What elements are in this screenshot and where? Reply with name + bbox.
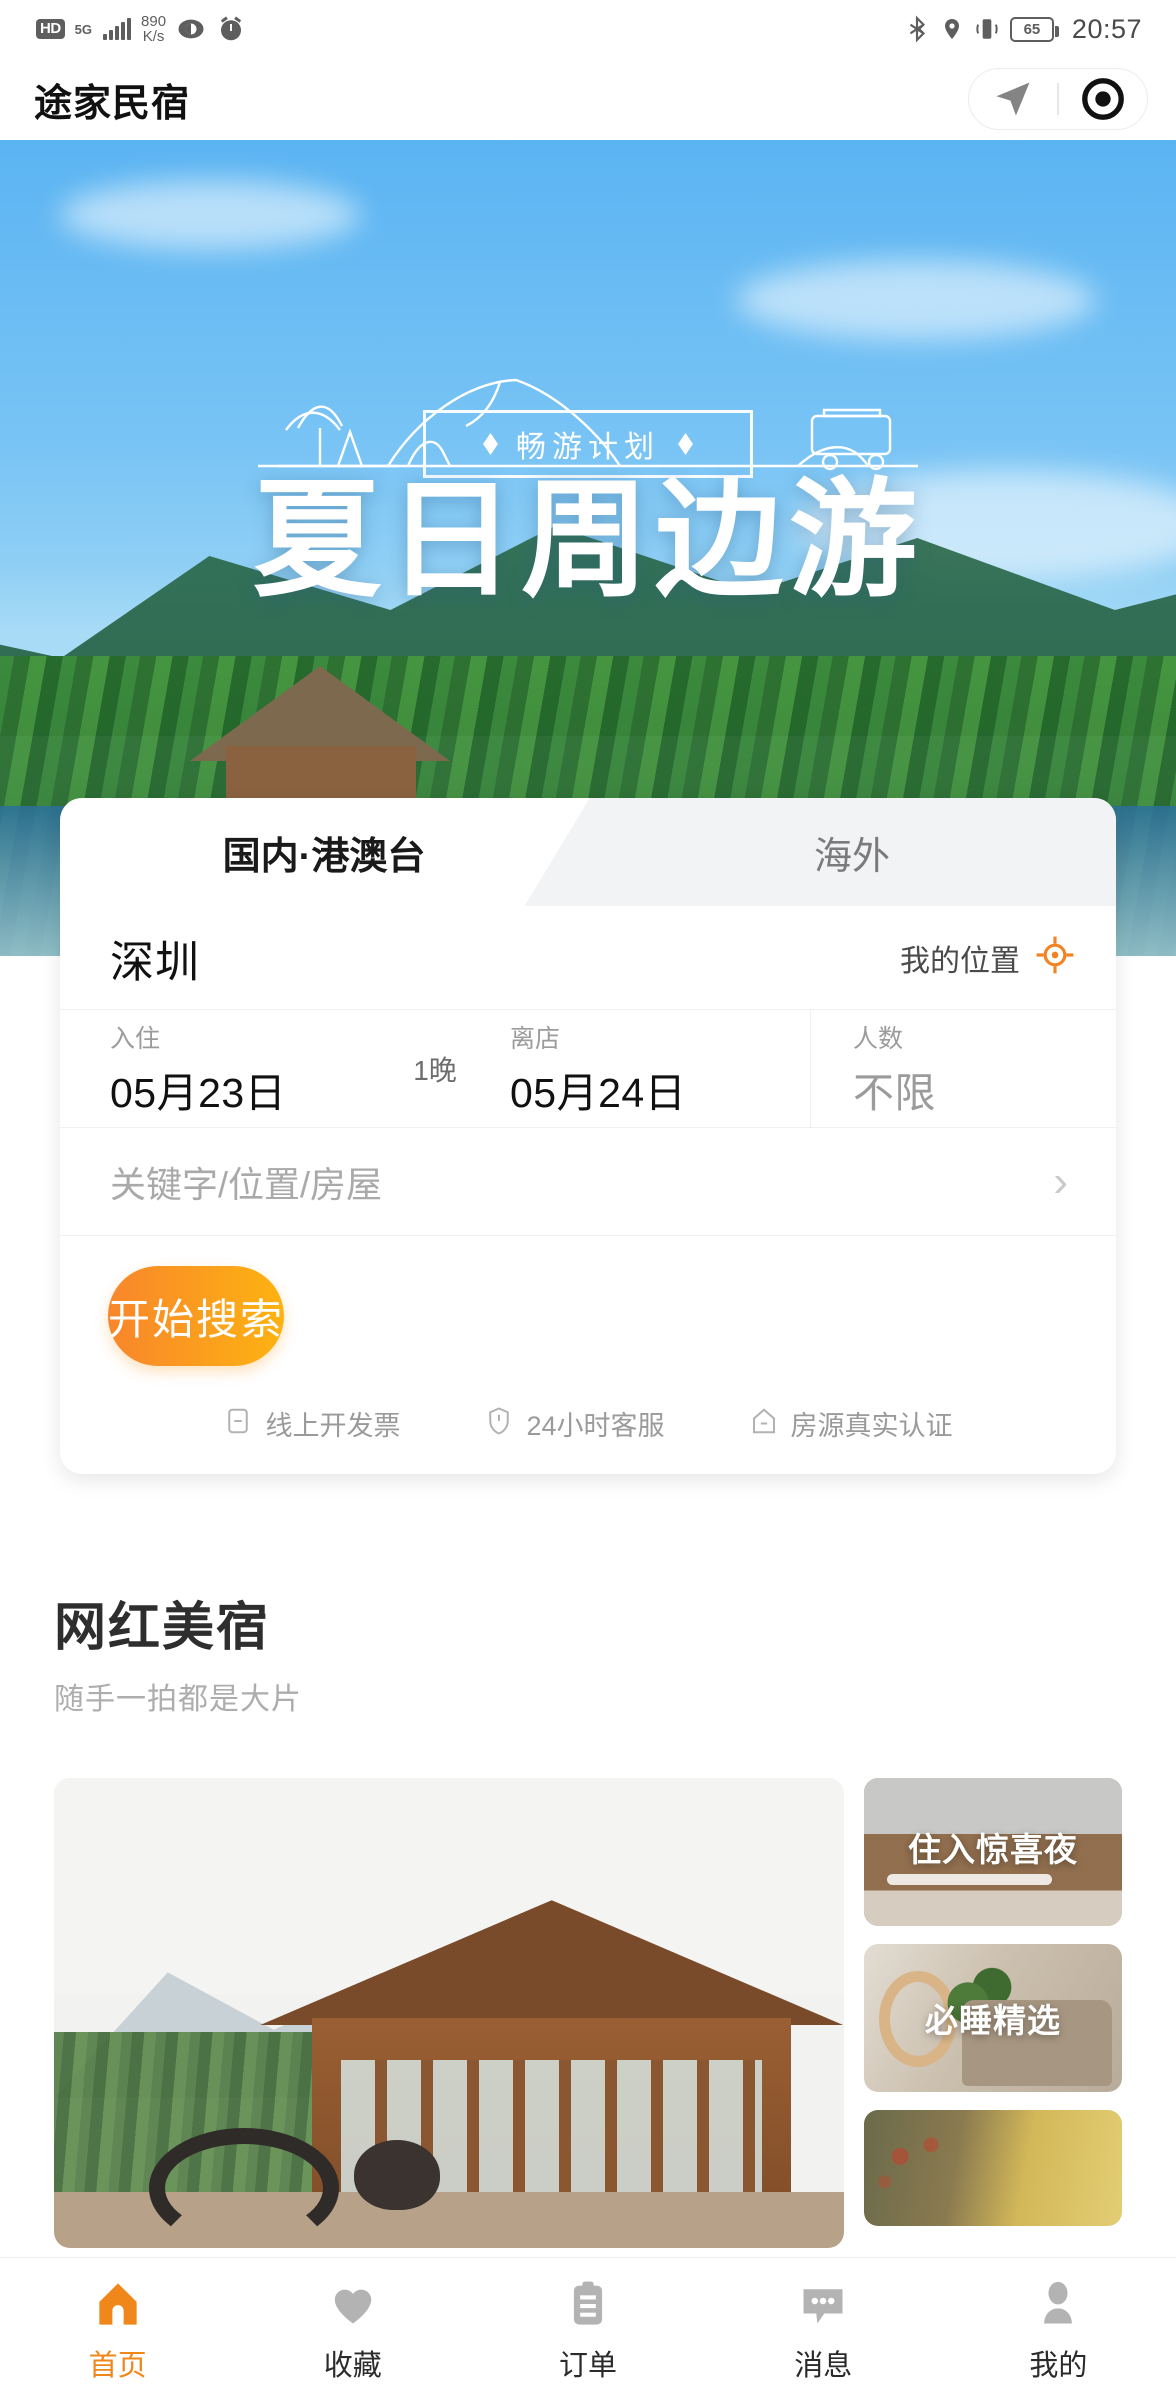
locate-crosshair-icon[interactable]: [1034, 934, 1076, 981]
tab-profile[interactable]: 我的: [941, 2276, 1176, 2384]
message-icon[interactable]: [795, 2276, 851, 2332]
city-value[interactable]: 深圳: [110, 926, 200, 990]
my-location-label: 我的位置: [900, 944, 1020, 978]
bottom-tab-bar: 首页 收藏 订单 消息 我的: [0, 2257, 1176, 2400]
card-surprise-night-label: 住入惊喜夜: [908, 1831, 1078, 1868]
tab-messages-label: 消息: [794, 2350, 853, 2382]
date-row: 入住 05月23日 1晚 离店 05月24日 人数 不限: [60, 1010, 1116, 1128]
status-bar: HD 5G 890 K/s 65 20:57: [0, 0, 1176, 58]
checkin-value: 05月23日: [110, 1069, 287, 1116]
status-bar-left: HD 5G 890 K/s: [36, 12, 246, 45]
guests-value: 不限: [853, 1069, 936, 1116]
tab-profile-label: 我的: [1029, 2350, 1088, 2382]
cloud-shape: [60, 180, 360, 250]
network-speed-unit: K/s: [142, 28, 165, 45]
status-bar-right: 65 20:57: [904, 14, 1142, 45]
checkout-label: 离店: [510, 1024, 561, 1053]
battery-icon: 65: [1009, 16, 1059, 42]
invoice-icon: [223, 1406, 253, 1441]
mini-program-capsule[interactable]: [968, 68, 1148, 130]
hd-icon: HD: [36, 19, 65, 39]
checkout-value: 05月24日: [510, 1069, 687, 1116]
card-surprise-night[interactable]: 住入惊喜夜: [864, 1778, 1122, 1926]
side-card-column: 住入惊喜夜 必睡精选: [864, 1778, 1122, 2248]
card-must-sleep-label: 必睡精选: [925, 2002, 1061, 2039]
city-row[interactable]: 深圳 我的位置: [60, 906, 1116, 1010]
feature-invoice: 线上开发票: [223, 1404, 400, 1443]
checkin-label: 入住: [110, 1024, 161, 1053]
start-search-button[interactable]: 开始搜索: [108, 1266, 285, 1366]
tab-home-label: 首页: [88, 2350, 147, 2382]
tab-domestic[interactable]: 国内·港澳台: [60, 798, 588, 906]
keyword-input[interactable]: 关键字/位置/房屋: [110, 1156, 382, 1208]
tab-messages[interactable]: 消息: [706, 2276, 941, 2384]
location-icon: [940, 14, 964, 44]
section-header: 网红美宿 随手一拍都是大片: [54, 1585, 302, 1718]
eye-icon: [176, 14, 206, 44]
signal-bars-icon: [103, 18, 132, 40]
page-title: 途家民宿: [34, 82, 191, 125]
listing-cards: 住入惊喜夜 必睡精选: [54, 1778, 1122, 2248]
feature-badges: 线上开发票 24小时客服 房源真实认证: [60, 1366, 1116, 1474]
nights-label: 1晚: [413, 1054, 457, 1086]
chevron-right-icon[interactable]: ›: [1053, 1159, 1068, 1204]
cabin-listing-card[interactable]: [54, 1778, 844, 2248]
person-icon[interactable]: [1030, 2276, 1086, 2332]
card-third-photo: [864, 2110, 1122, 2226]
target-circle-icon[interactable]: [1059, 76, 1147, 122]
network-speed-value: 890: [141, 12, 167, 30]
search-tabs: 国内·港澳台 海外: [60, 798, 1116, 906]
card-must-sleep[interactable]: 必睡精选: [864, 1944, 1122, 2092]
guests-label: 人数: [853, 1024, 904, 1053]
tab-favorites[interactable]: 收藏: [235, 2276, 470, 2384]
feature-verified-label: 房源真实认证: [790, 1410, 953, 1441]
signal-icon: 5G: [75, 23, 92, 36]
battery-level: 65: [1023, 20, 1041, 38]
network-type-label: 5G: [74, 21, 93, 37]
network-speed: 890 K/s: [141, 12, 167, 45]
tab-home[interactable]: 首页: [0, 2276, 235, 2384]
feature-verified: 房源真实认证: [749, 1404, 953, 1443]
my-location-button[interactable]: 我的位置: [900, 934, 1076, 981]
heart-icon[interactable]: [325, 2276, 381, 2332]
cloud-shape: [736, 260, 1096, 340]
bluetooth-icon: [904, 14, 930, 44]
cabin-photo: [54, 1778, 844, 2248]
home-icon[interactable]: [90, 2276, 146, 2332]
tab-orders[interactable]: 订单: [470, 2276, 705, 2384]
clipboard-icon[interactable]: [560, 2276, 616, 2332]
clock: 20:57: [1071, 13, 1142, 44]
card-third-partial[interactable]: [864, 2110, 1122, 2226]
keyword-row[interactable]: 关键字/位置/房屋 ›: [60, 1128, 1116, 1236]
navigation-arrow-icon[interactable]: [969, 77, 1057, 121]
guests-field[interactable]: 人数 不限: [810, 1010, 1116, 1127]
feature-invoice-label: 线上开发票: [265, 1410, 401, 1441]
tab-favorites-label: 收藏: [323, 2350, 382, 2382]
alarm-icon: [216, 14, 246, 44]
banner-title: 夏日周边游: [252, 469, 924, 612]
tab-overseas[interactable]: 海外: [588, 798, 1116, 906]
house-verified-icon: [749, 1406, 779, 1441]
nights-count: 1晚: [360, 1010, 510, 1127]
checkin-field[interactable]: 入住 05月23日: [60, 1010, 360, 1127]
app-header: 途家民宿: [0, 58, 1176, 140]
section-subtitle: 随手一拍都是大片: [54, 1683, 302, 1716]
shield-clock-icon: [484, 1406, 514, 1441]
vibrate-icon: [974, 14, 1000, 44]
checkout-field[interactable]: 离店 05月24日: [510, 1010, 810, 1127]
search-card: 国内·港澳台 海外 深圳 我的位置 入住 05月23日 1晚 离店 05月24日: [60, 798, 1116, 1474]
feature-support: 24小时客服: [484, 1404, 665, 1443]
feature-support-label: 24小时客服: [526, 1410, 665, 1441]
tab-orders-label: 订单: [559, 2350, 618, 2382]
section-title: 网红美宿: [54, 1599, 271, 1657]
card-progress-bar: [887, 1873, 1053, 1885]
